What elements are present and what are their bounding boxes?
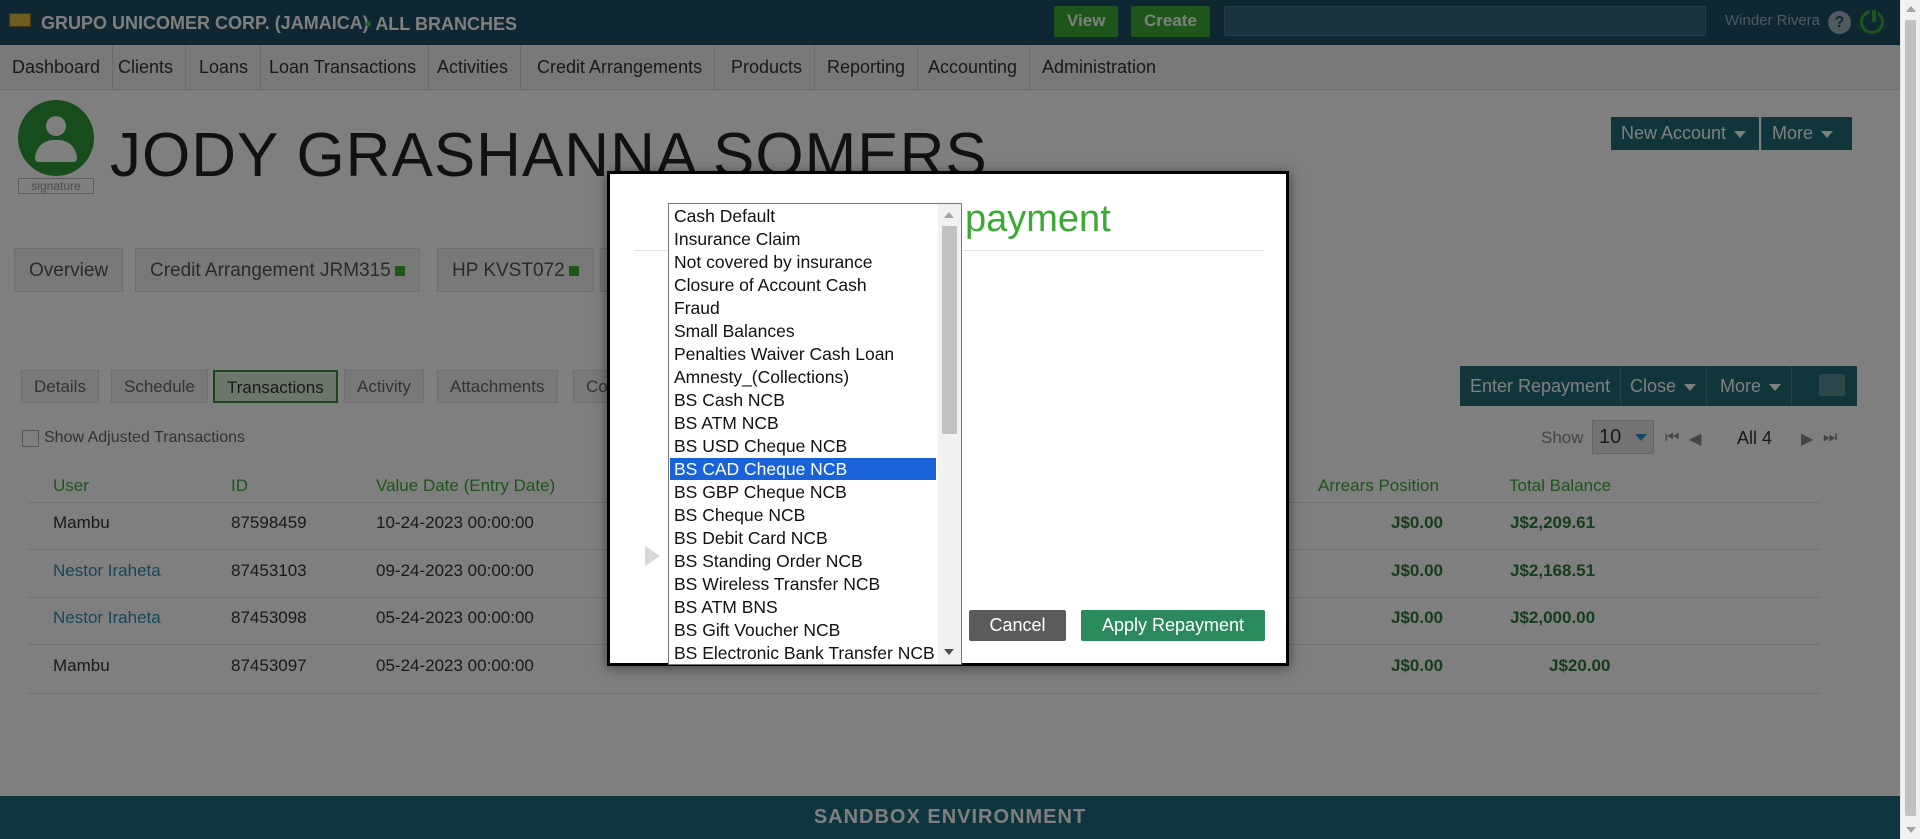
- scroll-down-icon[interactable]: [1906, 827, 1916, 833]
- option-bs-wireless-transfer-ncb[interactable]: BS Wireless Transfer NCB: [670, 573, 936, 595]
- option-bs-gbp-cheque-ncb[interactable]: BS GBP Cheque NCB: [670, 481, 936, 503]
- option-insurance-claim[interactable]: Insurance Claim: [670, 228, 936, 250]
- option-bs-cash-ncb[interactable]: BS Cash NCB: [670, 389, 936, 411]
- app-page: GRUPO UNICOMER CORP. (JAMAICA) •ALL BRAN…: [0, 0, 1900, 839]
- option-bs-standing-order-ncb[interactable]: BS Standing Order NCB: [670, 550, 936, 572]
- scroll-up-icon[interactable]: [1906, 6, 1916, 12]
- option-closure-of-account-cash[interactable]: Closure of Account Cash: [670, 274, 936, 296]
- option-cash-default[interactable]: Cash Default: [670, 205, 936, 227]
- option-bs-usd-cheque-ncb[interactable]: BS USD Cheque NCB: [670, 435, 936, 457]
- option-fraud[interactable]: Fraud: [670, 297, 936, 319]
- dialog-title: payment: [965, 198, 1111, 240]
- option-bs-electronic-bank-transfer-ncb[interactable]: BS Electronic Bank Transfer NCB: [670, 642, 936, 664]
- option-bs-atm-bns[interactable]: BS ATM BNS: [670, 596, 936, 618]
- option-bs-atm-ncb[interactable]: BS ATM NCB: [670, 412, 936, 434]
- option-bs-debit-card-ncb[interactable]: BS Debit Card NCB: [670, 527, 936, 549]
- scroll-down-icon[interactable]: [944, 649, 954, 655]
- option-bs-cheque-ncb[interactable]: BS Cheque NCB: [670, 504, 936, 526]
- option-amnesty-collections[interactable]: Amnesty_(Collections): [670, 366, 936, 388]
- scroll-up-icon[interactable]: [944, 212, 954, 218]
- option-not-covered-by-insurance[interactable]: Not covered by insurance: [670, 251, 936, 273]
- scroll-thumb[interactable]: [942, 226, 957, 434]
- option-bs-cad-cheque-ncb[interactable]: BS CAD Cheque NCB: [670, 458, 936, 480]
- option-bs-gift-voucher-ncb[interactable]: BS Gift Voucher NCB: [670, 619, 936, 641]
- transaction-channel-listbox[interactable]: Cash Default Insurance Claim Not covered…: [668, 203, 962, 665]
- option-penalties-waiver-cash-loan[interactable]: Penalties Waiver Cash Loan: [670, 343, 936, 365]
- cancel-button[interactable]: Cancel: [969, 610, 1066, 641]
- option-small-balances[interactable]: Small Balances: [670, 320, 936, 342]
- page-scrollbar[interactable]: [1900, 0, 1920, 839]
- listbox-scrollbar[interactable]: [938, 204, 961, 664]
- expand-arrow-icon[interactable]: [645, 546, 660, 566]
- scroll-thumb[interactable]: [1905, 20, 1916, 816]
- apply-repayment-button[interactable]: Apply Repayment: [1081, 610, 1265, 641]
